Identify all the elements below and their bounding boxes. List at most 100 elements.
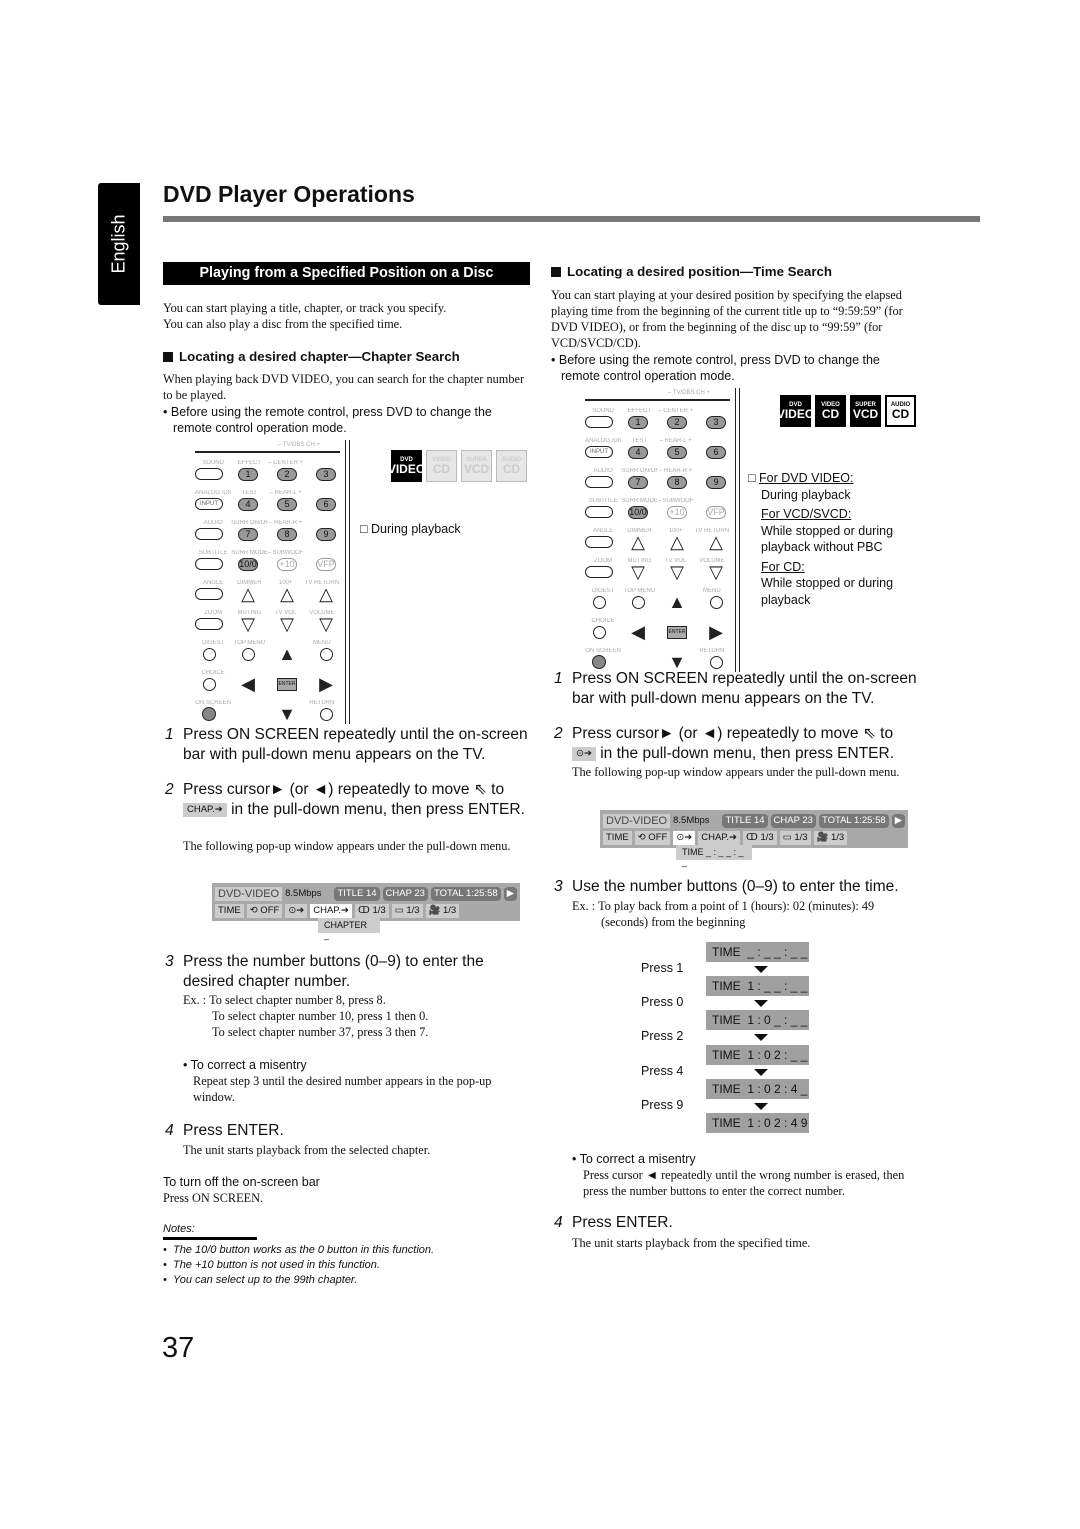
remote-enter-button[interactable]: ENTER <box>667 625 687 639</box>
remote-oval-button[interactable]: INPUT <box>585 446 613 458</box>
remote-oval-button[interactable] <box>195 588 223 600</box>
remote-arrow-button-icon[interactable]: △ <box>670 533 684 551</box>
remote-button-label: EFFECT <box>237 459 262 466</box>
remote-number-button[interactable]: 9 <box>316 527 336 541</box>
remote-enter-button[interactable]: ENTER <box>277 677 297 691</box>
remote-button-slot <box>312 707 340 721</box>
remote-number-button[interactable]: 6 <box>316 497 336 511</box>
disc-type-icon: VIDEO CD <box>426 450 457 482</box>
osd-time-item[interactable]: TIME <box>215 903 244 918</box>
remote-number-button[interactable]: 3 <box>706 415 726 429</box>
remote-arrow-button-icon[interactable]: ▽ <box>280 615 294 633</box>
remote-oval-button[interactable] <box>585 416 613 428</box>
remote-arrow-button-icon[interactable]: △ <box>319 585 333 603</box>
remote-number-button[interactable]: 8 <box>277 527 297 541</box>
cursor-icon: ⇖ <box>862 725 876 742</box>
remote-arrow-button-icon[interactable]: ▶ <box>319 675 333 693</box>
remote-oval-button[interactable] <box>195 618 223 630</box>
remote-number-button[interactable]: 9 <box>706 475 726 489</box>
remote-on-screen-button[interactable] <box>202 707 216 721</box>
remote-number-button[interactable]: 2 <box>667 415 687 429</box>
remote-round-button[interactable] <box>202 647 216 661</box>
osd-audio-item[interactable]: ↀ 1/3 <box>355 903 389 918</box>
remote-number-button[interactable]: 1 <box>628 415 648 429</box>
remote-round-button[interactable] <box>592 595 606 609</box>
remote-oval-button[interactable] <box>195 558 223 570</box>
osd-bitrate: 8.5Mbps <box>673 815 710 826</box>
remote-arrow-button-icon[interactable]: △ <box>631 533 645 551</box>
remote-button-label: CHOICE <box>591 617 615 624</box>
remote-oval-button[interactable] <box>585 536 613 548</box>
remote-button-label: – REAR-R + <box>659 467 693 474</box>
remote-arrow-button-icon[interactable]: ◀ <box>631 623 645 641</box>
osd-time-search-item[interactable]: ⊙➔ <box>673 830 696 845</box>
remote-round-button[interactable] <box>709 655 723 669</box>
osd-subtitle-item[interactable]: ▭ 1/3 <box>391 903 423 918</box>
remote-number-button[interactable]: 7 <box>628 475 648 489</box>
remote-arrow-button-icon[interactable]: ▽ <box>631 563 645 581</box>
remote-oval-button[interactable] <box>195 528 223 540</box>
remote-number-button[interactable]: 3 <box>316 467 336 481</box>
remote-button[interactable]: VFP <box>316 557 336 571</box>
remote-button[interactable]: +10 <box>277 557 297 571</box>
remote-button-row: ▽ ▽ ▽ <box>195 615 340 633</box>
remote-arrow-button-icon[interactable]: △ <box>241 585 255 603</box>
remote-number-button[interactable]: 4 <box>628 445 648 459</box>
osd-chapter-search-item[interactable]: CHAP.➔ <box>310 903 353 918</box>
remote-number-button[interactable]: 6 <box>706 445 726 459</box>
remote-number-button[interactable]: 1 <box>238 467 258 481</box>
remote-arrow-button-icon[interactable]: ▼ <box>668 653 686 671</box>
remote-arrow-button-icon[interactable]: ▽ <box>709 563 723 581</box>
osd-audio-item[interactable]: ↀ 1/3 <box>743 830 777 845</box>
osd-chapter-search-item[interactable]: CHAP.➔ <box>698 830 741 845</box>
remote-oval-button[interactable] <box>585 566 613 578</box>
osd-time-item[interactable]: TIME <box>603 830 632 845</box>
note-text: The +10 button is not used in this funct… <box>172 1259 380 1271</box>
remote-oval-button[interactable] <box>585 506 613 518</box>
remote-round-button[interactable] <box>319 647 333 661</box>
remote-arrow-button-icon[interactable]: ▽ <box>241 615 255 633</box>
remote-number-button[interactable]: 2 <box>277 467 297 481</box>
remote-arrow-button-icon[interactable]: △ <box>280 585 294 603</box>
remote-arrow-button-icon[interactable]: ▽ <box>319 615 333 633</box>
remote-oval-button[interactable] <box>195 468 223 480</box>
remote-number-button[interactable]: 10/0 <box>628 505 648 519</box>
remote-arrow-button-icon[interactable]: ◀ <box>241 675 255 693</box>
remote-button-slot: ▲ <box>273 645 301 663</box>
remote-button-slot: 5 <box>663 445 691 459</box>
osd-chapter: CHAP 23 <box>770 813 816 828</box>
remote-button-label: – REAR-L + <box>659 437 692 444</box>
remote-round-button[interactable] <box>319 707 333 721</box>
osd-angle-item[interactable]: 🎥 1/3 <box>425 903 460 918</box>
remote-arrow-button-icon[interactable]: △ <box>709 533 723 551</box>
osd-angle-item[interactable]: 🎥 1/3 <box>813 830 848 845</box>
remote-round-button[interactable] <box>202 677 216 691</box>
osd-time-search-item[interactable]: ⊙➔ <box>285 903 308 918</box>
heading-text: Locating a desired chapter—Chapter Searc… <box>179 349 460 364</box>
remote-arrow-button-icon[interactable]: ▼ <box>278 705 296 723</box>
remote-arrow-button-icon[interactable]: ▽ <box>670 563 684 581</box>
remote-number-button[interactable]: 5 <box>277 497 297 511</box>
remote-button[interactable]: +10 <box>667 505 687 519</box>
remote-round-button[interactable] <box>241 647 255 661</box>
step-number: 2 <box>165 781 174 798</box>
remote-number-button[interactable]: 10/0 <box>238 557 258 571</box>
remote-number-button[interactable]: 7 <box>238 527 258 541</box>
page-number: 37 <box>162 1332 195 1364</box>
remote-arrow-button-icon[interactable]: ▶ <box>709 623 723 641</box>
osd-repeat-item[interactable]: ⟲ OFF <box>246 903 283 918</box>
osd-subtitle-item[interactable]: ▭ 1/3 <box>779 830 811 845</box>
remote-number-button[interactable]: 4 <box>238 497 258 511</box>
remote-on-screen-button[interactable] <box>592 655 606 669</box>
remote-oval-button[interactable]: INPUT <box>195 498 223 510</box>
remote-round-button[interactable] <box>631 595 645 609</box>
remote-number-button[interactable]: 8 <box>667 475 687 489</box>
remote-button[interactable]: VFP <box>706 505 726 519</box>
remote-arrow-button-icon[interactable]: ▲ <box>278 645 296 663</box>
remote-round-button[interactable] <box>709 595 723 609</box>
remote-round-button[interactable] <box>592 625 606 639</box>
remote-number-button[interactable]: 5 <box>667 445 687 459</box>
remote-arrow-button-icon[interactable]: ▲ <box>668 593 686 611</box>
osd-repeat-item[interactable]: ⟲ OFF <box>634 830 671 845</box>
remote-oval-button[interactable] <box>585 476 613 488</box>
